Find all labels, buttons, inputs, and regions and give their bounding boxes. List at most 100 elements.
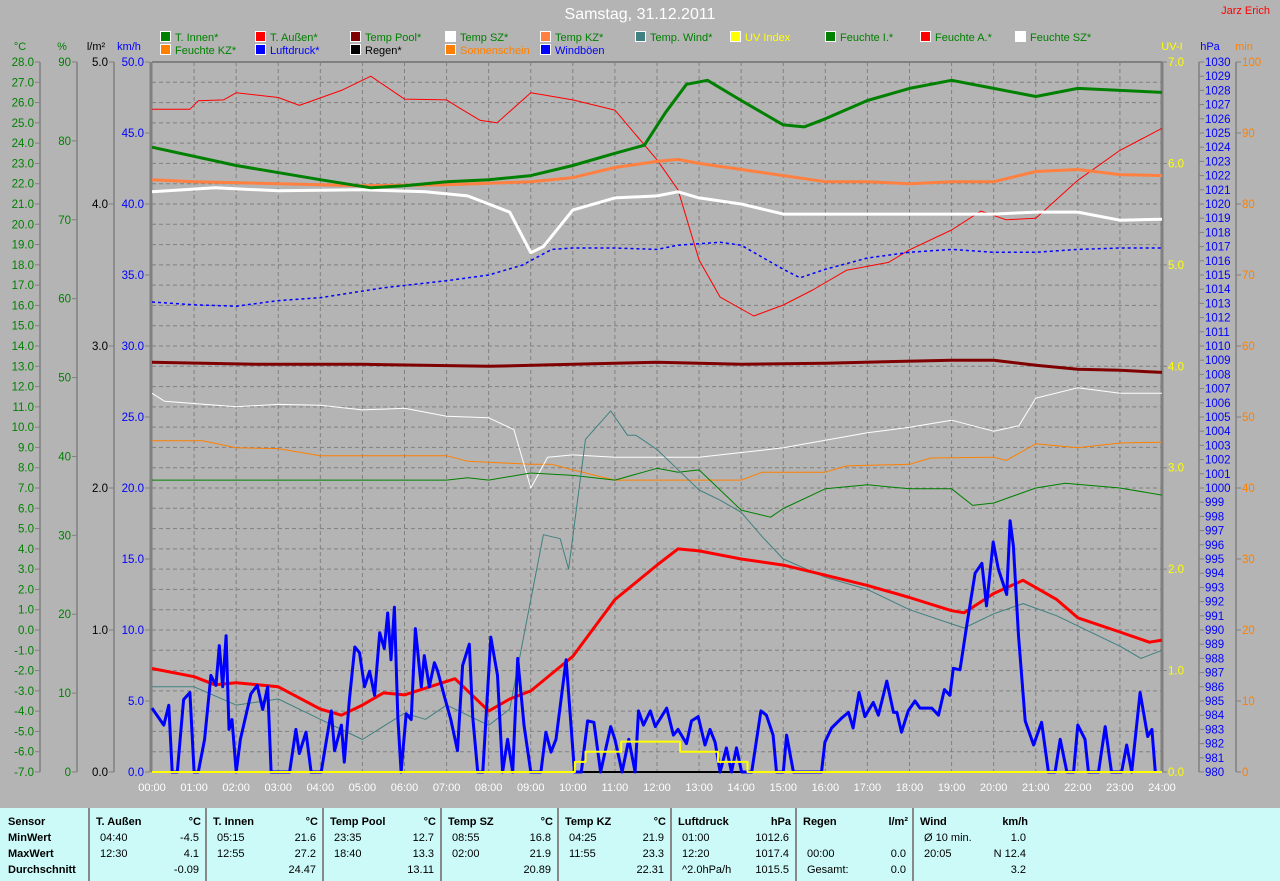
wind-tick-label: 45.0 (122, 128, 144, 140)
press-tick-label: 1006 (1205, 398, 1231, 410)
stat-time: 04:25 (569, 832, 597, 844)
legend-item: Temp. Wind* (635, 31, 712, 44)
wind-tick-label: 35.0 (122, 270, 144, 282)
press-tick-label: 1005 (1205, 412, 1231, 424)
wind-axis-unit: km/h (117, 41, 141, 53)
wind-tick-label: 0.0 (128, 767, 144, 779)
press-tick-label: 993 (1205, 582, 1224, 594)
group-unit: km/h (1002, 816, 1028, 828)
grid (152, 62, 1162, 772)
temp-tick-label: 16.0 (12, 300, 34, 312)
series-line-feuchte-kz (152, 440, 1163, 481)
temp-tick-label: 9.0 (18, 442, 34, 454)
x-tick-label: 09:00 (517, 782, 545, 794)
press-tick-label: 1007 (1205, 384, 1231, 396)
legend-swatch-icon (255, 44, 266, 55)
x-tick-label: 20:00 (980, 782, 1008, 794)
press-tick-label: 1015 (1205, 270, 1231, 282)
press-tick-label: 1021 (1205, 185, 1231, 197)
legend-label: Temp SZ* (460, 32, 509, 44)
sun-tick-label: 60 (1242, 341, 1255, 353)
rain-tick-label: 2.0 (92, 483, 108, 495)
x-tick-label: 21:00 (1022, 782, 1050, 794)
sun-tick-label: 0 (1242, 767, 1248, 779)
series-line-windb-en (150, 519, 1157, 774)
stats-group-wind: Wind km/h Ø 10 min. 1.0 20:05 N 12.4 3.2 (912, 808, 1034, 881)
temp-tick-label: 13.0 (12, 361, 34, 373)
press-tick-label: 1011 (1205, 327, 1230, 339)
group-unit: °C (540, 816, 553, 828)
stat-value: 24.47 (288, 864, 316, 876)
legend-label: T. Außen* (270, 32, 318, 44)
press-tick-label: 1002 (1205, 455, 1231, 467)
temp-tick-label: 12.0 (12, 382, 34, 394)
uv-tick-label: 7.0 (1168, 57, 1184, 69)
hum-tick-label: 70 (58, 215, 71, 227)
legend-label: UV Index (745, 32, 791, 44)
group-unit: hPa (770, 816, 791, 828)
press-tick-label: 984 (1205, 710, 1225, 722)
temp-tick-label: 0.0 (18, 625, 34, 637)
legend-item: T. Außen* (255, 31, 318, 44)
temp-tick-label: 8.0 (18, 463, 34, 475)
row-label: MaxWert (8, 848, 54, 860)
group-name: Luftdruck (678, 816, 729, 828)
x-tick-label: 06:00 (391, 782, 419, 794)
stats-group-temp-sz: Temp SZ °C 08:55 16.8 02:00 21.9 20.89 (440, 808, 559, 881)
hum-tick-label: 80 (58, 136, 71, 148)
stat-value: 20.89 (523, 864, 551, 876)
wind-tick-label: 40.0 (122, 199, 144, 211)
press-tick-label: 1028 (1205, 85, 1231, 97)
legend-swatch-icon (920, 31, 931, 42)
press-tick-label: 997 (1205, 526, 1224, 538)
row-label: Durchschnitt (8, 864, 76, 876)
press-tick-label: 1027 (1205, 100, 1231, 112)
stat-time: Gesamt: (807, 864, 849, 876)
press-tick-label: 1022 (1205, 171, 1231, 183)
stat-value: 3.2 (1010, 864, 1026, 876)
x-tick-label: 10:00 (559, 782, 587, 794)
legend-swatch-icon (730, 31, 741, 42)
legend-swatch-icon (1015, 31, 1026, 42)
legend-item: Sonnenschein (445, 44, 530, 57)
uv-tick-label: 4.0 (1168, 361, 1184, 373)
legend-swatch-icon (350, 31, 361, 42)
press-tick-label: 995 (1205, 554, 1224, 566)
stat-time: 01:00 (682, 832, 710, 844)
temp-tick-label: 23.0 (12, 158, 34, 170)
x-tick-label: 04:00 (307, 782, 335, 794)
stat-value: 13.3 (412, 848, 434, 860)
stats-group-luftdruck: Luftdruck hPa 01:00 1012.6 12:20 1017.4 ^2.0hP… (670, 808, 797, 881)
stat-value: 4.1 (183, 848, 199, 860)
rain-tick-label: 5.0 (92, 57, 108, 69)
temp-tick-label: 19.0 (12, 240, 34, 252)
stat-time: 00:00 (807, 848, 835, 860)
press-tick-label: 1003 (1205, 440, 1231, 452)
stat-value: 21.9 (529, 848, 551, 860)
wind-tick-label: 10.0 (122, 625, 144, 637)
uv-tick-label: 5.0 (1168, 260, 1184, 272)
legend-swatch-icon (635, 31, 646, 42)
stat-value: 23.3 (642, 848, 664, 860)
stat-time: 05:15 (217, 832, 245, 844)
author-label: Jarz Erich (1221, 5, 1270, 17)
group-unit: °C (188, 816, 201, 828)
wind-tick-label: 30.0 (122, 341, 144, 353)
sun-tick-label: 30 (1242, 554, 1255, 566)
wind-tick-label: 15.0 (122, 554, 144, 566)
sun-axis-unit: min (1235, 41, 1253, 53)
stat-value: 1017.4 (755, 848, 789, 860)
temp-tick-label: 5.0 (18, 524, 34, 536)
sun-tick-label: 10 (1242, 696, 1255, 708)
stat-value: 1.0 (1010, 832, 1026, 844)
stat-time: 12:55 (217, 848, 245, 860)
x-tick-label: 03:00 (264, 782, 292, 794)
press-tick-label: 999 (1205, 497, 1224, 509)
legend-swatch-icon (540, 44, 551, 55)
stat-time: 12:30 (100, 848, 128, 860)
stat-value: 0.0 (890, 848, 906, 860)
temp-tick-label: -1.0 (14, 645, 34, 657)
wind-tick-label: 50.0 (122, 57, 144, 69)
press-tick-label: 992 (1205, 597, 1224, 609)
temp-tick-label: 21.0 (12, 199, 34, 211)
